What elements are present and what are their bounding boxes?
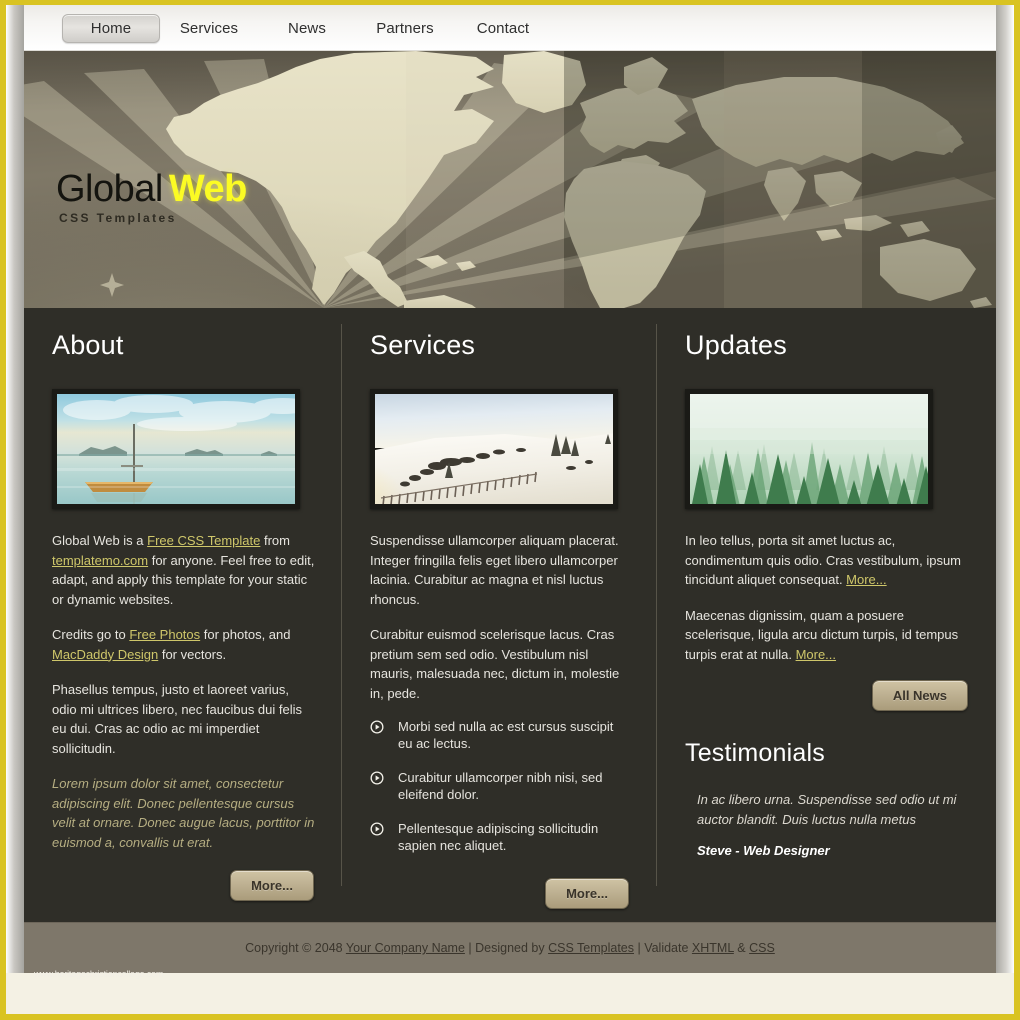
about-more-button[interactable]: More... [230, 870, 314, 901]
updates-paragraph-1: In leo tellus, porta sit amet luctus ac,… [685, 531, 970, 590]
logo-subtitle: CSS Templates [59, 211, 177, 225]
play-circle-icon [370, 771, 384, 790]
about-paragraph-2: Credits go to Free Photos for photos, an… [52, 625, 316, 664]
page-gutter-left [6, 5, 24, 973]
about-paragraph-italic: Lorem ipsum dolor sit amet, consectetur … [52, 776, 315, 850]
site-logo[interactable]: Global Web CSS Templates [56, 169, 247, 225]
about-p2-text-c: for vectors. [158, 646, 227, 662]
updates-image [690, 394, 928, 504]
free-photos-link[interactable]: Free Photos [129, 627, 200, 642]
hero-banner: Global Web CSS Templates [24, 51, 996, 308]
footer-designed-prefix: | Designed by [464, 941, 549, 955]
all-news-button[interactable]: All News [871, 680, 968, 711]
services-bullet-list: Morbi sed nulla ac est cursus suscipit e… [370, 719, 631, 854]
css-validate-link[interactable]: CSS [749, 941, 775, 955]
nav-list: Home Services News Partners Contact [24, 5, 996, 51]
about-paragraph-1: Global Web is a Free CSS Template from t… [52, 531, 316, 609]
css-templates-link[interactable]: CSS Templates [548, 941, 634, 955]
column-divider-1 [341, 324, 342, 886]
services-more-button[interactable]: More... [545, 878, 629, 909]
testimonials-heading: Testimonials [685, 739, 825, 767]
play-circle-icon [370, 822, 384, 841]
updates-button-row: All News [683, 680, 970, 711]
services-image-frame [370, 389, 618, 509]
site-page: Home Services News Partners Contact Glob… [24, 5, 996, 979]
updates-heading: Updates [685, 330, 787, 360]
list-item-label: Morbi sed nulla ac est cursus suscipit e… [398, 719, 614, 751]
updates-more-link-2[interactable]: More... [796, 647, 836, 662]
watermark-text: www.heritagechristiancollege.com [34, 969, 164, 979]
list-item-label: Curabitur ullamcorper nibh nisi, sed ele… [398, 770, 603, 802]
column-updates: Updates In leo tellus, porta sit amet lu… [657, 330, 996, 922]
footer-ampersand: & [733, 941, 750, 955]
footer-copyright-prefix: Copyright © 2048 [245, 941, 346, 955]
updates-more-link-1[interactable]: More... [846, 572, 886, 587]
list-item: Curabitur ullamcorper nibh nisi, sed ele… [370, 770, 631, 803]
logo-word-global: Global [56, 168, 163, 210]
templatemo-link[interactable]: templatemo.com [52, 553, 148, 568]
about-p2-text-b: for photos, and [200, 627, 291, 642]
about-p2-text-a: Credits go to [52, 627, 130, 642]
about-image-frame [52, 389, 300, 509]
logo-title: Global Web [56, 169, 247, 209]
services-button-row: More... [368, 878, 631, 909]
logo-word-web: Web [168, 168, 248, 210]
nav-item-news[interactable]: News [258, 14, 356, 43]
main-content: About Global Web is a Free CSS Template … [24, 308, 996, 922]
about-paragraph-3: Phasellus tempus, justo et laoreet variu… [52, 682, 303, 756]
play-circle-icon [370, 720, 384, 739]
updates-image-frame [685, 389, 933, 509]
column-services: Services Suspendisse ullamcorper aliquam… [342, 330, 657, 922]
free-css-template-link[interactable]: Free CSS Template [147, 533, 260, 548]
list-item: Pellentesque adipiscing sollicitudin sap… [370, 821, 631, 854]
about-heading: About [52, 330, 124, 360]
footer-validate-prefix: | Validate [634, 941, 692, 955]
company-name-link[interactable]: Your Company Name [346, 941, 465, 955]
about-button-row: More... [50, 870, 316, 901]
list-item-label: Pellentesque adipiscing sollicitudin sap… [398, 821, 599, 853]
updates-paragraph-2: Maecenas dignissim, quam a posuere scele… [685, 606, 970, 665]
services-paragraph-2: Curabitur euismod scelerisque lacus. Cra… [370, 627, 620, 701]
nav-item-contact[interactable]: Contact [454, 14, 552, 43]
page-background-below-footer [6, 973, 1014, 1013]
about-p1-text-a: Global Web is a [52, 533, 148, 548]
column-about: About Global Web is a Free CSS Template … [24, 330, 342, 922]
testimonial-author: Steve - Web Designer [697, 843, 830, 858]
services-image [375, 394, 613, 504]
column-divider-2 [656, 324, 657, 886]
nav-item-services[interactable]: Services [160, 14, 258, 43]
macdaddy-design-link[interactable]: MacDaddy Design [52, 647, 158, 662]
page-gutter-right [996, 5, 1014, 973]
xhtml-validate-link[interactable]: XHTML [692, 941, 734, 955]
nav-item-partners[interactable]: Partners [356, 14, 454, 43]
list-item: Morbi sed nulla ac est cursus suscipit e… [370, 719, 631, 752]
main-navigation: Home Services News Partners Contact [24, 5, 996, 51]
updates-p1-text: In leo tellus, porta sit amet luctus ac,… [685, 533, 962, 587]
testimonial-quote: In ac libero urna. Suspendisse sed odio … [697, 792, 957, 827]
about-p1-text-b: from [260, 533, 290, 548]
nav-item-home[interactable]: Home [62, 13, 160, 43]
services-paragraph-1: Suspendisse ullamcorper aliquam placerat… [370, 533, 619, 607]
about-image [57, 394, 295, 504]
services-heading: Services [370, 330, 476, 360]
browser-viewport: Home Services News Partners Contact Glob… [0, 0, 1020, 1020]
site-footer: Copyright © 2048 Your Company Name | Des… [24, 922, 996, 979]
footer-copyright: Copyright © 2048 Your Company Name | Des… [24, 923, 996, 974]
